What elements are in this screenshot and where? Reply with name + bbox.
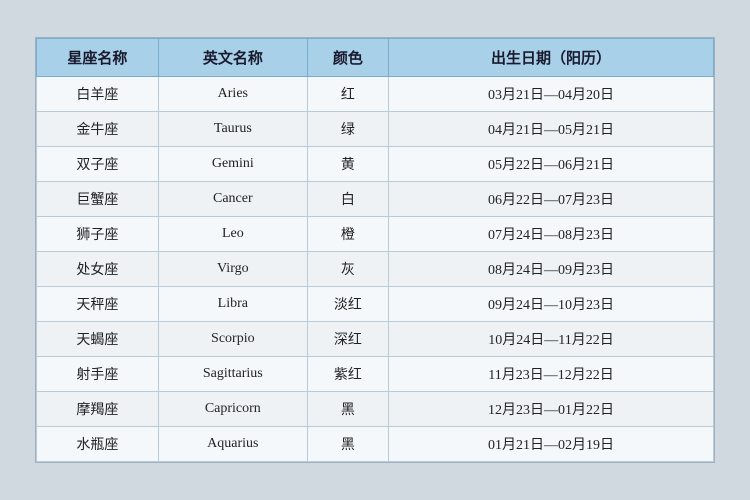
cell-date: 12月23日—01月22日 <box>389 392 714 427</box>
cell-color: 紫红 <box>307 357 388 392</box>
table-row: 处女座Virgo灰08月24日—09月23日 <box>37 252 714 287</box>
cell-color: 黑 <box>307 392 388 427</box>
cell-chinese-name: 处女座 <box>37 252 159 287</box>
cell-english-name: Scorpio <box>158 322 307 357</box>
cell-date: 09月24日—10月23日 <box>389 287 714 322</box>
table-row: 摩羯座Capricorn黑12月23日—01月22日 <box>37 392 714 427</box>
cell-date: 11月23日—12月22日 <box>389 357 714 392</box>
table-row: 天秤座Libra淡红09月24日—10月23日 <box>37 287 714 322</box>
cell-color: 橙 <box>307 217 388 252</box>
cell-date: 05月22日—06月21日 <box>389 147 714 182</box>
cell-date: 10月24日—11月22日 <box>389 322 714 357</box>
cell-chinese-name: 白羊座 <box>37 77 159 112</box>
cell-english-name: Taurus <box>158 112 307 147</box>
table-row: 巨蟹座Cancer白06月22日—07月23日 <box>37 182 714 217</box>
table-row: 双子座Gemini黄05月22日—06月21日 <box>37 147 714 182</box>
header-english-name: 英文名称 <box>158 39 307 77</box>
table-header-row: 星座名称 英文名称 颜色 出生日期（阳历） <box>37 39 714 77</box>
cell-chinese-name: 狮子座 <box>37 217 159 252</box>
cell-english-name: Aries <box>158 77 307 112</box>
cell-date: 01月21日—02月19日 <box>389 427 714 462</box>
cell-english-name: Aquarius <box>158 427 307 462</box>
table-row: 狮子座Leo橙07月24日—08月23日 <box>37 217 714 252</box>
cell-chinese-name: 巨蟹座 <box>37 182 159 217</box>
table-row: 金牛座Taurus绿04月21日—05月21日 <box>37 112 714 147</box>
zodiac-table: 星座名称 英文名称 颜色 出生日期（阳历） 白羊座Aries红03月21日—04… <box>36 38 714 462</box>
cell-english-name: Libra <box>158 287 307 322</box>
header-date: 出生日期（阳历） <box>389 39 714 77</box>
cell-chinese-name: 摩羯座 <box>37 392 159 427</box>
cell-english-name: Gemini <box>158 147 307 182</box>
cell-english-name: Leo <box>158 217 307 252</box>
cell-color: 灰 <box>307 252 388 287</box>
cell-color: 绿 <box>307 112 388 147</box>
cell-date: 07月24日—08月23日 <box>389 217 714 252</box>
cell-english-name: Capricorn <box>158 392 307 427</box>
cell-color: 红 <box>307 77 388 112</box>
cell-chinese-name: 天蝎座 <box>37 322 159 357</box>
cell-chinese-name: 金牛座 <box>37 112 159 147</box>
cell-english-name: Virgo <box>158 252 307 287</box>
cell-color: 黑 <box>307 427 388 462</box>
table-row: 射手座Sagittarius紫红11月23日—12月22日 <box>37 357 714 392</box>
cell-chinese-name: 天秤座 <box>37 287 159 322</box>
cell-english-name: Sagittarius <box>158 357 307 392</box>
cell-date: 04月21日—05月21日 <box>389 112 714 147</box>
cell-chinese-name: 水瓶座 <box>37 427 159 462</box>
zodiac-table-container: 星座名称 英文名称 颜色 出生日期（阳历） 白羊座Aries红03月21日—04… <box>35 37 715 463</box>
header-chinese-name: 星座名称 <box>37 39 159 77</box>
cell-chinese-name: 射手座 <box>37 357 159 392</box>
table-row: 天蝎座Scorpio深红10月24日—11月22日 <box>37 322 714 357</box>
header-color: 颜色 <box>307 39 388 77</box>
cell-date: 06月22日—07月23日 <box>389 182 714 217</box>
cell-color: 黄 <box>307 147 388 182</box>
table-row: 水瓶座Aquarius黑01月21日—02月19日 <box>37 427 714 462</box>
cell-date: 08月24日—09月23日 <box>389 252 714 287</box>
cell-chinese-name: 双子座 <box>37 147 159 182</box>
cell-color: 白 <box>307 182 388 217</box>
cell-color: 淡红 <box>307 287 388 322</box>
cell-english-name: Cancer <box>158 182 307 217</box>
cell-color: 深红 <box>307 322 388 357</box>
table-row: 白羊座Aries红03月21日—04月20日 <box>37 77 714 112</box>
cell-date: 03月21日—04月20日 <box>389 77 714 112</box>
